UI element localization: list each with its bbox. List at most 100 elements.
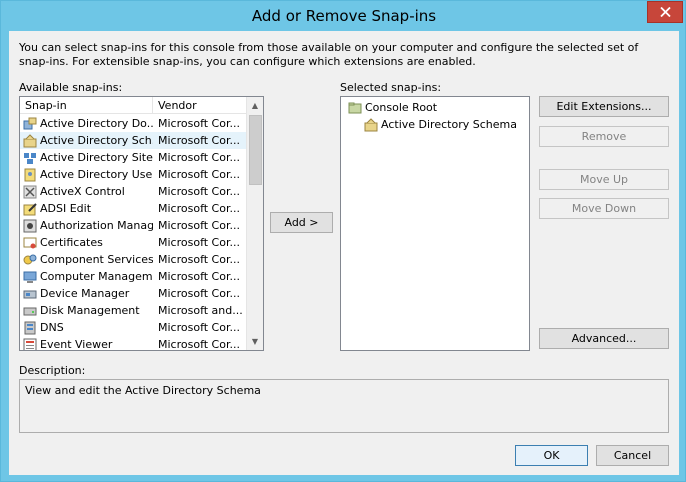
column-header-snapin[interactable]: Snap-in — [20, 97, 153, 114]
dns-icon — [23, 321, 37, 335]
list-item[interactable]: Active Directory Site... Microsoft Cor... — [20, 149, 246, 166]
snapin-name: ActiveX Control — [40, 185, 125, 198]
snapin-vendor: Microsoft Cor... — [158, 253, 240, 266]
ad-domains-icon — [23, 117, 37, 131]
list-item[interactable]: ActiveX Control Microsoft Cor... — [20, 183, 246, 200]
scroll-thumb[interactable] — [249, 115, 262, 185]
ok-button[interactable]: OK — [515, 445, 588, 466]
list-header: Snap-in Vendor — [20, 97, 246, 114]
snapin-vendor: Microsoft Cor... — [158, 151, 240, 164]
snapin-vendor: Microsoft Cor... — [158, 270, 240, 283]
list-item[interactable]: ADSI Edit Microsoft Cor... — [20, 200, 246, 217]
snapin-name: Disk Management — [40, 304, 140, 317]
snapin-name-cell: Active Directory Sch... — [20, 133, 153, 148]
snapin-vendor: Microsoft Cor... — [158, 117, 240, 130]
snapin-name-cell: Device Manager — [20, 287, 153, 301]
list-item[interactable]: Active Directory Use... Microsoft Cor... — [20, 166, 246, 183]
certificates-icon — [23, 236, 37, 250]
close-button[interactable] — [647, 1, 683, 23]
snapin-name-cell: Component Services — [20, 253, 153, 267]
dialog-window: Add or Remove Snap-ins You can select sn… — [0, 0, 686, 482]
snapin-name-cell: Computer Managem... — [20, 270, 153, 284]
advanced-button[interactable]: Advanced... — [539, 328, 669, 349]
snapin-name-cell: Active Directory Use... — [20, 168, 153, 182]
list-item[interactable]: Event Viewer Microsoft Cor... — [20, 336, 246, 351]
move-down-button[interactable]: Move Down — [539, 198, 669, 219]
ad-sites-icon — [23, 151, 37, 165]
snapin-name-cell: DNS — [20, 321, 153, 335]
device-manager-icon — [23, 287, 37, 301]
snapin-rows: Active Directory Do... Microsoft Cor... Ac… — [20, 115, 246, 351]
list-scrollbar[interactable]: ▲ ▼ — [246, 97, 263, 350]
add-button[interactable]: Add > — [270, 212, 333, 233]
snapin-name: Event Viewer — [40, 338, 113, 351]
ad-schema-icon — [364, 117, 378, 132]
snapin-name: Certificates — [40, 236, 103, 249]
snapin-name-cell: ADSI Edit — [20, 202, 153, 216]
component-services-icon — [23, 253, 37, 267]
activex-icon — [23, 185, 37, 199]
scroll-down-icon[interactable]: ▼ — [247, 333, 263, 350]
tree-node-ad-schema[interactable]: Active Directory Schema — [361, 116, 517, 133]
remove-button[interactable]: Remove — [539, 126, 669, 147]
snapin-vendor: Microsoft Cor... — [158, 338, 240, 351]
list-item[interactable]: Active Directory Sch... Microsoft Cor... — [20, 132, 246, 149]
list-item[interactable]: Disk Management Microsoft and... — [20, 302, 246, 319]
snapin-name: Active Directory Site... — [40, 151, 153, 164]
available-snapins-list[interactable]: Snap-in Vendor Active Directory Do... Mic… — [19, 96, 264, 351]
list-item[interactable]: DNS Microsoft Cor... — [20, 319, 246, 336]
snapin-vendor: Microsoft Cor... — [158, 168, 240, 181]
title-bar[interactable]: Add or Remove Snap-ins — [1, 1, 686, 31]
snapin-name: ADSI Edit — [40, 202, 92, 215]
tree-node-label: Active Directory Schema — [381, 118, 517, 131]
disk-management-icon — [23, 304, 37, 318]
snapin-name: Active Directory Do... — [40, 117, 153, 130]
selected-snapins-tree[interactable]: Console Root Active Directory Schema — [340, 96, 530, 351]
snapin-name: Device Manager — [40, 287, 130, 300]
scroll-up-icon[interactable]: ▲ — [247, 97, 263, 114]
list-item[interactable]: Active Directory Do... Microsoft Cor... — [20, 115, 246, 132]
authorization-icon — [23, 219, 37, 233]
snapin-name-cell: Active Directory Do... — [20, 117, 153, 131]
column-header-vendor[interactable]: Vendor — [153, 97, 246, 114]
list-item[interactable]: Device Manager Microsoft Cor... — [20, 285, 246, 302]
snapin-name-cell: Disk Management — [20, 304, 153, 318]
description-text: View and edit the Active Directory Schem… — [25, 384, 261, 397]
snapin-name: Component Services — [40, 253, 153, 266]
snapin-vendor: Microsoft Cor... — [158, 202, 240, 215]
folder-icon — [348, 101, 362, 115]
snapin-vendor: Microsoft Cor... — [158, 287, 240, 300]
snapin-name-cell: Authorization Manager — [20, 219, 153, 233]
intro-text: You can select snap-ins for this console… — [19, 41, 639, 68]
window-title: Add or Remove Snap-ins — [251, 7, 437, 25]
cancel-button[interactable]: Cancel — [596, 445, 669, 466]
list-item[interactable]: Certificates Microsoft Cor... — [20, 234, 246, 251]
ad-schema-icon — [23, 133, 37, 148]
snapin-vendor: Microsoft Cor... — [158, 236, 240, 249]
move-up-button[interactable]: Move Up — [539, 169, 669, 190]
dialog-client-area: You can select snap-ins for this console… — [9, 31, 679, 475]
snapin-name-cell: ActiveX Control — [20, 185, 153, 199]
snapin-name: Active Directory Sch... — [40, 134, 153, 147]
list-item[interactable]: Component Services Microsoft Cor... — [20, 251, 246, 268]
ad-users-icon — [23, 168, 37, 182]
tree-node-label: Console Root — [365, 101, 438, 114]
snapin-name-cell: Active Directory Site... — [20, 151, 153, 165]
adsi-edit-icon — [23, 202, 37, 216]
snapin-vendor: Microsoft and... — [158, 304, 243, 317]
event-viewer-icon — [23, 338, 37, 350]
description-box: View and edit the Active Directory Schem… — [19, 379, 669, 433]
edit-extensions-button[interactable]: Edit Extensions... — [539, 96, 669, 117]
snapin-name: Active Directory Use... — [40, 168, 153, 181]
snapin-vendor: Microsoft Cor... — [158, 219, 240, 232]
snapin-name: Authorization Manager — [40, 219, 153, 232]
list-item[interactable]: Authorization Manager Microsoft Cor... — [20, 217, 246, 234]
snapin-vendor: Microsoft Cor... — [158, 321, 240, 334]
selected-snapins-label: Selected snap-ins: — [340, 81, 442, 94]
list-item[interactable]: Computer Managem... Microsoft Cor... — [20, 268, 246, 285]
snapin-name: DNS — [40, 321, 64, 334]
snapin-vendor: Microsoft Cor... — [158, 185, 240, 198]
tree-node-console-root[interactable]: Console Root — [345, 99, 437, 116]
snapin-name-cell: Certificates — [20, 236, 153, 250]
snapin-name: Computer Managem... — [40, 270, 153, 283]
